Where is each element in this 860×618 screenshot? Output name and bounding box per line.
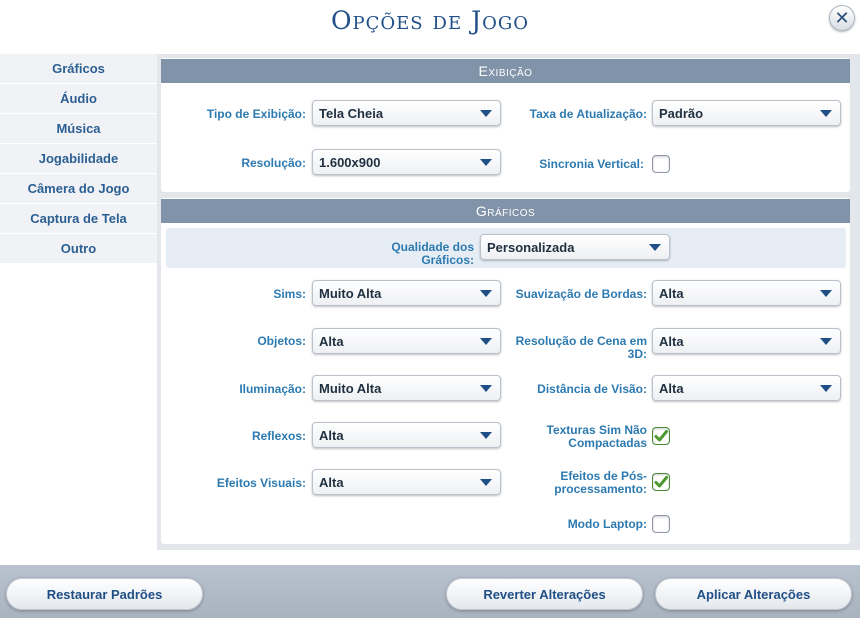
sidebar-item-label: Áudio <box>60 91 97 106</box>
scene-resolution-label: Resolução de Cena em 3D: <box>500 335 647 361</box>
reflections-label: Reflexos: <box>251 429 306 443</box>
display-type-value: Tela Cheia <box>319 105 384 121</box>
objects-dropdown[interactable]: Alta <box>312 328 501 354</box>
scene-resolution-dropdown[interactable]: Alta <box>652 328 841 354</box>
lighting-value: Muito Alta <box>319 380 382 396</box>
refresh-rate-label: Taxa de Atualização: <box>529 107 647 121</box>
chevron-down-icon <box>820 110 832 117</box>
objects-label: Objetos: <box>257 334 306 348</box>
sidebar-item-screenshot[interactable]: Captura de Tela <box>0 204 157 234</box>
chevron-down-icon <box>480 159 492 166</box>
graphics-quality-dropdown[interactable]: Personalizada <box>480 234 670 260</box>
uncompressed-textures-label: Texturas Sim Não Compactadas <box>500 424 647 450</box>
chevron-down-icon <box>820 385 832 392</box>
edge-smoothing-dropdown[interactable]: Alta <box>652 280 841 306</box>
sidebar-item-label: Gráficos <box>52 61 105 76</box>
chevron-down-icon <box>649 244 661 251</box>
sidebar-item-label: Outro <box>60 241 97 256</box>
chevron-down-icon <box>480 432 492 439</box>
lighting-dropdown[interactable]: Muito Alta <box>312 375 501 401</box>
scene-resolution-label-line2: 3D: <box>627 347 647 361</box>
graphics-quality-label-line2: Gráficos: <box>421 253 474 267</box>
restore-defaults-button[interactable]: Restaurar Padrões <box>6 578 203 610</box>
sims-value: Muito Alta <box>319 285 382 301</box>
sidebar-item-label: Jogabilidade <box>38 151 119 166</box>
resolution-label: Resolução: <box>241 156 306 170</box>
vsync-label: Sincronia Vertical: <box>539 157 644 171</box>
lighting-label: Iluminação: <box>239 382 306 396</box>
uncompressed-textures-checkbox[interactable] <box>652 427 670 445</box>
close-icon: ✕ <box>834 7 850 28</box>
reflections-value: Alta <box>319 427 344 443</box>
sidebar-item-audio[interactable]: Áudio <box>0 84 157 114</box>
post-processing-label-line2: processamento: <box>554 482 647 496</box>
scene-resolution-label-line1: Resolução de Cena em <box>515 334 647 348</box>
refresh-rate-value: Padrão <box>659 105 704 121</box>
laptop-mode-label: Modo Laptop: <box>567 517 647 531</box>
refresh-rate-dropdown[interactable]: Padrão <box>652 100 841 126</box>
visual-effects-dropdown[interactable]: Alta <box>312 469 501 495</box>
chevron-down-icon <box>480 479 492 486</box>
laptop-mode-checkbox[interactable] <box>652 515 670 533</box>
sidebar-item-label: Música <box>56 121 101 136</box>
sidebar: Gráficos Áudio Música Jogabilidade Câmer… <box>0 54 157 264</box>
restore-defaults-label: Restaurar Padrões <box>46 586 163 602</box>
chevron-down-icon <box>480 110 492 117</box>
resolution-dropdown[interactable]: 1.600x900 <box>312 149 501 175</box>
checkmark-icon <box>654 430 668 442</box>
resolution-value: 1.600x900 <box>319 154 381 170</box>
edge-smoothing-label: Suavização de Bordas: <box>515 287 647 301</box>
revert-changes-label: Reverter Alterações <box>483 586 606 602</box>
visual-effects-value: Alta <box>319 474 344 490</box>
display-type-label: Tipo de Exibição: <box>206 107 306 121</box>
chevron-down-icon <box>480 385 492 392</box>
scene-resolution-value: Alta <box>659 333 684 349</box>
chevron-down-icon <box>820 290 832 297</box>
sidebar-item-label: Câmera do Jogo <box>27 181 130 196</box>
view-distance-label: Distância de Visão: <box>537 382 647 396</box>
graphics-quality-value: Personalizada <box>487 239 575 255</box>
revert-changes-button[interactable]: Reverter Alterações <box>446 578 643 610</box>
chevron-down-icon <box>480 290 492 297</box>
objects-value: Alta <box>319 333 344 349</box>
display-section-header: Exibição <box>161 59 850 83</box>
view-distance-dropdown[interactable]: Alta <box>652 375 841 401</box>
apply-changes-button[interactable]: Aplicar Alterações <box>655 578 852 610</box>
sidebar-item-gameplay[interactable]: Jogabilidade <box>0 144 157 174</box>
close-button[interactable]: ✕ <box>829 5 855 31</box>
chevron-down-icon <box>820 338 832 345</box>
chevron-down-icon <box>480 338 492 345</box>
apply-changes-label: Aplicar Alterações <box>696 586 811 602</box>
sidebar-item-game-camera[interactable]: Câmera do Jogo <box>0 174 157 204</box>
vsync-checkbox[interactable] <box>652 155 670 173</box>
sims-dropdown[interactable]: Muito Alta <box>312 280 501 306</box>
sidebar-item-other[interactable]: Outro <box>0 234 157 264</box>
checkmark-icon <box>654 476 668 488</box>
post-processing-checkbox[interactable] <box>652 473 670 491</box>
edge-smoothing-value: Alta <box>659 285 684 301</box>
graphics-quality-label: Qualidade dos Gráficos: <box>340 241 474 267</box>
graphics-section-header: Gráficos <box>161 199 850 223</box>
sidebar-item-graphics[interactable]: Gráficos <box>0 54 157 84</box>
view-distance-value: Alta <box>659 380 684 396</box>
sidebar-item-music[interactable]: Música <box>0 114 157 144</box>
page-title: Opções de Jogo <box>331 6 529 35</box>
reflections-dropdown[interactable]: Alta <box>312 422 501 448</box>
display-type-dropdown[interactable]: Tela Cheia <box>312 100 501 126</box>
sims-label: Sims: <box>273 287 306 301</box>
post-processing-label: Efeitos de Pós- processamento: <box>500 470 647 496</box>
visual-effects-label: Efeitos Visuais: <box>216 476 306 490</box>
sidebar-item-label: Captura de Tela <box>30 211 127 226</box>
uncompressed-textures-label-line2: Compactadas <box>568 436 647 450</box>
